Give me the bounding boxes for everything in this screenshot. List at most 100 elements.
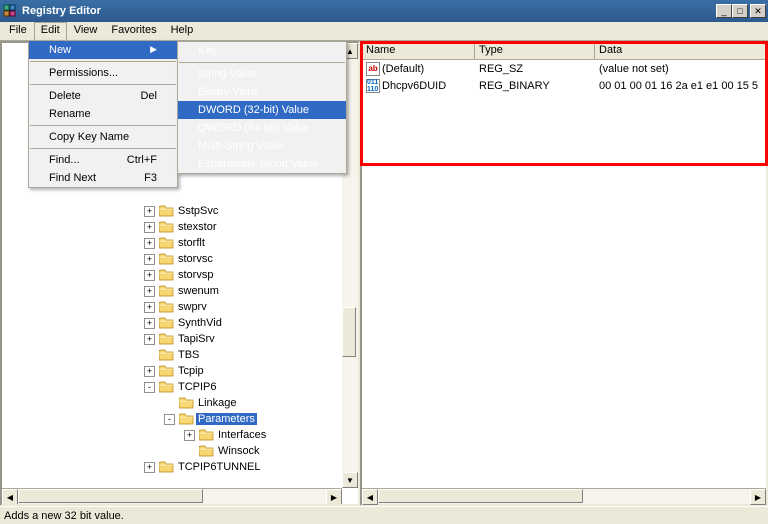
tree-row[interactable]: + storvsp [4,267,356,283]
folder-icon [158,220,174,234]
expand-icon[interactable]: + [144,254,155,265]
expand-icon[interactable]: + [144,462,155,473]
value-data: 00 01 00 01 16 2a e1 e1 00 15 5 [595,80,766,92]
expand-icon[interactable]: + [184,430,195,441]
tree-row[interactable]: TBS [4,347,356,363]
close-button[interactable]: ✕ [750,4,766,18]
submenu-multi[interactable]: Multi-String Value [178,137,346,155]
submenu-string[interactable]: String Value [178,65,346,83]
tree-label[interactable]: Parameters [196,413,257,425]
menubar: File Edit View Favorites Help [0,22,768,41]
tree-label[interactable]: Interfaces [216,429,268,441]
minimize-button[interactable]: _ [716,4,732,18]
tree-label[interactable]: swenum [176,285,221,297]
scroll-left-button[interactable]: ◀ [362,489,378,505]
tree-row[interactable]: + Interfaces [4,427,356,443]
tree-label[interactable]: TBS [176,349,201,361]
menu-rename[interactable]: Rename [29,105,177,123]
tree-row[interactable]: + storvsc [4,251,356,267]
menu-delete[interactable]: DeleteDel [29,87,177,105]
expand-icon[interactable]: + [144,366,155,377]
folder-icon [158,332,174,346]
maximize-button[interactable]: □ [732,4,748,18]
scroll-thumb-h[interactable] [378,489,583,503]
scroll-right-button[interactable]: ▶ [750,489,766,505]
collapse-icon[interactable]: - [144,382,155,393]
tree-row[interactable]: + TCPIP6TUNNEL [4,459,356,475]
status-text: Adds a new 32 bit value. [4,510,124,522]
window-title: Registry Editor [22,5,716,17]
menu-file[interactable]: File [2,22,34,40]
new-submenu: Key String Value Binary Value DWORD (32-… [177,41,347,174]
binary-value-icon: 011 110 [366,79,380,93]
col-type[interactable]: Type [475,43,595,59]
tree-row[interactable]: + storflt [4,235,356,251]
tree-row[interactable]: Winsock [4,443,356,459]
submenu-dword[interactable]: DWORD (32-bit) Value [178,101,346,119]
scroll-down-button[interactable]: ▼ [342,472,358,488]
menu-find-next[interactable]: Find NextF3 [29,169,177,187]
list-header: Name Type Data [362,43,766,60]
tree-label[interactable]: storvsp [176,269,215,281]
menu-find[interactable]: Find...Ctrl+F [29,151,177,169]
tree-label[interactable]: swprv [176,301,209,313]
tree-label[interactable]: TapiSrv [176,333,217,345]
tree-label[interactable]: SstpSvc [176,205,220,217]
tree-row[interactable]: Linkage [4,395,356,411]
scroll-thumb-h[interactable] [18,489,203,503]
menu-help[interactable]: Help [164,22,201,40]
tree-label[interactable]: TCPIP6TUNNEL [176,461,263,473]
expand-icon[interactable]: + [144,270,155,281]
list-row[interactable]: ab(Default)REG_SZ(value not set) [362,60,766,77]
list-row[interactable]: 011 110Dhcpv6DUIDREG_BINARY00 01 00 01 1… [362,77,766,94]
tree-scrollbar-h[interactable]: ◀ ▶ [2,488,342,504]
expand-icon[interactable]: + [144,238,155,249]
expand-icon[interactable]: + [144,318,155,329]
menu-edit[interactable]: Edit [34,22,67,40]
menu-copy-key[interactable]: Copy Key Name [29,128,177,146]
submenu-binary[interactable]: Binary Value [178,83,346,101]
expand-icon[interactable]: + [144,222,155,233]
tree-row[interactable]: - Parameters [4,411,356,427]
tree-label[interactable]: TCPIP6 [176,381,219,393]
tree-label[interactable]: Winsock [216,445,262,457]
expand-icon[interactable]: + [144,302,155,313]
list-scrollbar-h[interactable]: ◀ ▶ [362,488,766,504]
menu-permissions[interactable]: Permissions... [29,64,177,82]
tree-label[interactable]: storvsc [176,253,215,265]
tree-label[interactable]: Tcpip [176,365,206,377]
folder-icon [158,380,174,394]
scroll-left-button[interactable]: ◀ [2,489,18,505]
tree-row[interactable]: + Tcpip [4,363,356,379]
scroll-thumb-v[interactable] [342,307,356,357]
tree-row[interactable]: + SynthVid [4,315,356,331]
folder-icon [158,252,174,266]
menu-view[interactable]: View [67,22,105,40]
tree-row[interactable]: + swenum [4,283,356,299]
submenu-key[interactable]: Key [178,42,346,60]
submenu-expandable[interactable]: Expandable String Value [178,155,346,173]
folder-icon [158,348,174,362]
tree-row[interactable]: + stexstor [4,219,356,235]
col-name[interactable]: Name [362,43,475,59]
collapse-icon[interactable]: - [164,414,175,425]
expand-icon[interactable]: + [144,206,155,217]
tree-row[interactable]: + TapiSrv [4,331,356,347]
menu-favorites[interactable]: Favorites [104,22,163,40]
tree-label[interactable]: stexstor [176,221,219,233]
expand-icon[interactable]: + [144,334,155,345]
folder-icon [178,396,194,410]
value-type: REG_SZ [475,63,595,75]
scroll-right-button[interactable]: ▶ [326,489,342,505]
tree-row[interactable]: + swprv [4,299,356,315]
tree-label[interactable]: SynthVid [176,317,224,329]
tree-row[interactable]: - TCPIP6 [4,379,356,395]
submenu-qword[interactable]: QWORD (64-bit) Value [178,119,346,137]
expand-icon[interactable]: + [144,286,155,297]
menu-new[interactable]: New▶ Key String Value Binary Value DWORD… [29,41,177,59]
col-data[interactable]: Data [595,43,766,59]
tree-label[interactable]: Linkage [196,397,239,409]
tree-row[interactable]: + SstpSvc [4,203,356,219]
tree-label[interactable]: storflt [176,237,207,249]
list-panel[interactable]: Name Type Data ab(Default)REG_SZ(value n… [360,41,768,506]
